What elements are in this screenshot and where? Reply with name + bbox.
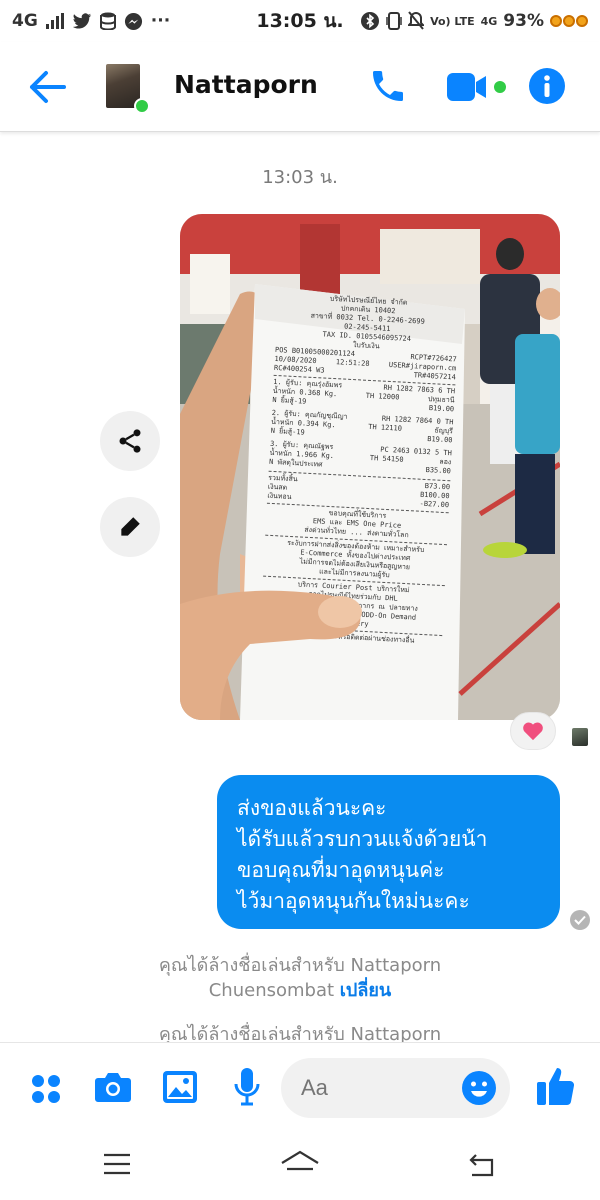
- more-notifications-icon: ···: [150, 11, 171, 31]
- pencil-icon: [121, 517, 140, 536]
- receipt-item-service: N พัสดุในประเทศ: [268, 457, 323, 469]
- message-line: ขอบคุณที่มาอุดหนุนค่ะ: [237, 858, 445, 882]
- video-call-icon[interactable]: [446, 72, 490, 102]
- system-message-line: คุณได้ล้างชื่อเล่นสำหรับ Nattaporn: [158, 1024, 442, 1042]
- message-input[interactable]: [301, 1070, 461, 1106]
- message-timestamp: 13:03 น.: [262, 167, 338, 188]
- network-label: 4G: [12, 11, 38, 31]
- composer-bar: [0, 1042, 600, 1132]
- photo-message[interactable]: บริษัทไปรษณีย์ไทย จำกัด ปกคกเดิน 10402 ส…: [180, 214, 560, 720]
- camera-icon[interactable]: [94, 1070, 132, 1104]
- receipt-item-zip: TH 12110: [368, 422, 403, 433]
- decorative-emoji-icon: [550, 15, 588, 27]
- battery-percent: 93%: [503, 11, 544, 31]
- heart-icon: [523, 722, 543, 741]
- receipt-items: 1. ผู้รับ: คุณรุ่งอัมพร RH 1282 7863 6 TH…: [269, 378, 455, 476]
- network2-label: 4G: [480, 14, 498, 28]
- apps-grid-icon[interactable]: [30, 1073, 62, 1105]
- system-message-name: Chuensombat: [208, 980, 335, 1001]
- gallery-icon[interactable]: [162, 1070, 198, 1104]
- video-active-dot: [494, 81, 506, 93]
- back-arrow-icon[interactable]: [28, 70, 66, 104]
- messenger-status-icon: [124, 12, 142, 30]
- phone-call-icon[interactable]: [368, 66, 408, 106]
- back-nav-icon[interactable]: [466, 1152, 498, 1178]
- signal-icon: [45, 13, 64, 29]
- system-message: คุณได้ล้างชื่อเล่นสำหรับ Nattaporn Chuen…: [0, 953, 600, 1003]
- receipt-tr: TR#4057214: [413, 371, 456, 382]
- message-line: ส่งของแล้วนะคะ: [237, 796, 387, 820]
- system-message-line: คุณได้ล้างชื่อเล่นสำหรับ Nattaporn: [158, 955, 442, 976]
- status-bar: 4G ··· 13:05 น. Vo) LTE 4G 93%: [0, 0, 600, 42]
- share-button[interactable]: [100, 411, 160, 471]
- vibrate-icon: [386, 12, 402, 30]
- contact-name[interactable]: Nattaporn: [174, 70, 318, 99]
- receipt-item-price: B19.00: [428, 404, 455, 414]
- chat-header: Nattaporn: [0, 42, 600, 132]
- status-left: 4G ···: [12, 11, 170, 31]
- receipt-item: 2. ผู้รับ: คุณกัญชุณีญา RH 1282 7864 0 TH…: [270, 409, 454, 445]
- system-message: คุณได้ล้างชื่อเล่นสำหรับ Nattaporn: [0, 1022, 600, 1042]
- online-status-dot: [134, 98, 150, 114]
- receipt-item-service: N ยิ้มสู้-19: [272, 395, 307, 406]
- info-icon[interactable]: [528, 67, 566, 105]
- share-icon: [119, 429, 141, 453]
- sent-message-bubble[interactable]: ส่งของแล้วนะคะ ได้รับแล้วรบกวนแจ้งด้วยน้…: [217, 775, 560, 929]
- receipt-item-zip: TH 12000: [365, 391, 400, 402]
- receipt-item-price: B35.00: [425, 465, 452, 476]
- receipt-change: -B27.00: [419, 499, 450, 510]
- system-message-line: Chuensombat เปลี่ยน: [0, 978, 600, 1003]
- notifications-off-icon: [408, 11, 425, 30]
- bluetooth-icon: [361, 12, 380, 30]
- receipt-item: 3. ผู้รับ: คุณณัฐพร PC 2463 0132 5 TH น้ำห…: [269, 440, 452, 476]
- reaction-badge[interactable]: [510, 712, 556, 750]
- microphone-icon[interactable]: [233, 1067, 261, 1107]
- contact-avatar[interactable]: [106, 64, 152, 114]
- status-right: Vo) LTE 4G 93%: [360, 11, 588, 31]
- emoji-icon[interactable]: [461, 1070, 497, 1106]
- delivered-check-icon: [570, 910, 590, 930]
- twitter-icon: [72, 12, 91, 29]
- volte-label: Vo) LTE: [430, 14, 475, 28]
- receipt-clock: 12:51:28: [335, 358, 370, 368]
- seen-avatar: [572, 728, 588, 746]
- receipt-item-service: N ยิ้มสู้-19: [270, 426, 305, 437]
- message-input-container: [281, 1058, 510, 1118]
- thumb-overlay: [180, 590, 362, 720]
- message-line: ไว้มาอุดหนุนกันใหม่นะคะ: [237, 889, 470, 913]
- edit-button[interactable]: [100, 497, 160, 557]
- menu-icon[interactable]: [102, 1152, 132, 1176]
- receipt-change-label: เงินทอน: [267, 491, 292, 501]
- system-nav-bar: [0, 1132, 600, 1200]
- thumbs-up-icon[interactable]: [536, 1065, 576, 1107]
- receipt-rc: RC#400254 W3: [273, 363, 325, 375]
- message-line: ได้รับแล้วรบกวนแจ้งด้วยน้า: [237, 827, 488, 851]
- receipt-item-zip: TH 54150: [369, 454, 404, 464]
- change-nickname-link[interactable]: เปลี่ยน: [340, 980, 391, 1001]
- database-icon: [99, 12, 116, 30]
- home-icon[interactable]: [280, 1149, 320, 1179]
- receipt-item-price: B19.00: [427, 435, 453, 445]
